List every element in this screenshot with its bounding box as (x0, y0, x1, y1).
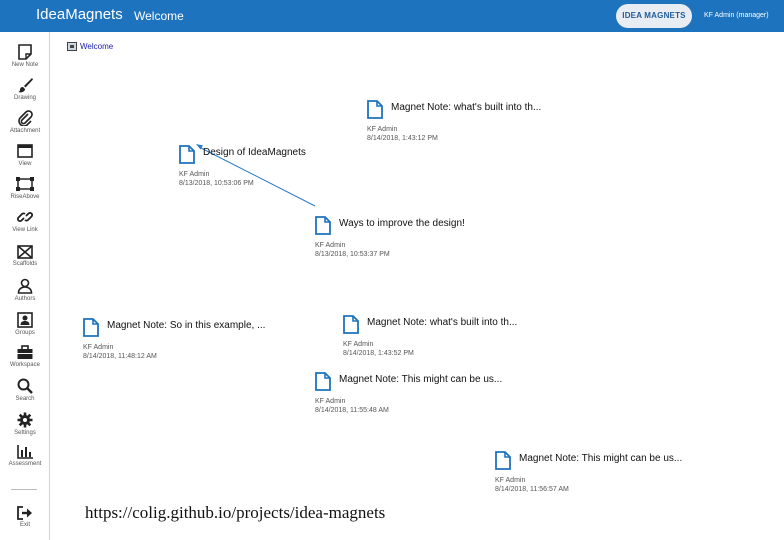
note-author: KF Admin (495, 477, 526, 484)
breadcrumb: Welcome (67, 41, 113, 52)
authors-button[interactable]: Authors (0, 278, 50, 311)
view-icon (67, 42, 77, 51)
new-note-icon (18, 44, 32, 60)
attachment-button[interactable]: Attachment (0, 110, 50, 143)
search-icon (17, 378, 33, 394)
note-document-icon (367, 100, 383, 119)
note-title[interactable]: Magnet Note: what's built into th... (367, 317, 517, 328)
note-author: KF Admin (367, 126, 398, 133)
note-title[interactable]: Design of IdeaMagnets (203, 147, 306, 158)
note-date: 8/14/2018, 11:48:12 AM (83, 353, 157, 360)
note-title[interactable]: Magnet Note: So in this example, ... (107, 320, 265, 331)
sidebar-item-label: Scaffolds (12, 261, 38, 267)
sidebar-item-label: View (18, 161, 32, 167)
note-date: 8/13/2018, 10:53:37 PM (315, 251, 390, 258)
note-date: 8/14/2018, 11:55:48 AM (315, 407, 389, 414)
paperclip-icon (18, 110, 33, 126)
sidebar-item-label: Settings (14, 430, 36, 436)
drawing-button[interactable]: Drawing (0, 77, 50, 110)
group-icon (17, 312, 33, 328)
note-author: KF Admin (179, 171, 210, 178)
exit-icon (17, 506, 32, 520)
scaffolds-button[interactable]: Scaffolds (0, 245, 50, 278)
top-bar: IdeaMagnets Welcome IDEA MAGNETS KF Admi… (0, 0, 784, 32)
person-icon (17, 278, 33, 294)
bar-chart-icon (17, 445, 33, 459)
briefcase-icon (17, 345, 33, 359)
assessment-button[interactable]: Assessment (0, 445, 50, 478)
sidebar-item-label: View Link (12, 227, 38, 233)
page-tab-welcome[interactable]: Welcome (134, 9, 184, 23)
sidebar-item-label: Assessment (8, 461, 42, 467)
note-document-icon (179, 145, 195, 164)
note-title[interactable]: Magnet Note: what's built into th... (391, 102, 541, 113)
link-icon (17, 212, 33, 222)
user-menu[interactable]: KF Admin (manager) (704, 12, 769, 19)
sidebar-item-label: Authors (14, 296, 36, 302)
note-document-icon (83, 318, 99, 337)
sidebar-item-label: Search (15, 396, 35, 402)
brush-icon (18, 78, 33, 93)
app-title: IdeaMagnets (36, 6, 123, 23)
note-author: KF Admin (343, 341, 374, 348)
note-date: 8/14/2018, 11:56:57 AM (495, 486, 569, 493)
riseabove-icon (16, 177, 34, 191)
search-button[interactable]: Search (0, 378, 50, 411)
settings-button[interactable]: Settings (0, 412, 50, 445)
note-date: 8/13/2018, 10:53:06 PM (179, 180, 254, 187)
note-author: KF Admin (315, 242, 346, 249)
window-icon (17, 144, 33, 158)
sidebar-item-label: Groups (15, 330, 35, 336)
caption-url: https://colig.github.io/projects/idea-ma… (85, 503, 386, 522)
sidebar-item-label: Drawing (13, 95, 36, 101)
note-document-icon (315, 372, 331, 391)
note-date: 8/14/2018, 1:43:52 PM (343, 350, 414, 357)
note-title[interactable]: Magnet Note: This might can be us... (519, 453, 682, 464)
sidebar-item-label: New Note (11, 62, 39, 68)
view-link-button[interactable]: View Link (0, 209, 50, 242)
riseabove-button[interactable]: RiseAbove (0, 176, 50, 209)
note-document-icon (495, 451, 511, 470)
workspace-button[interactable]: Workspace (0, 345, 50, 378)
note-date: 8/14/2018, 1:43:12 PM (367, 135, 438, 142)
scaffold-icon (17, 245, 33, 259)
note-document-icon (315, 216, 331, 235)
gear-icon (17, 412, 33, 428)
new-note-button[interactable]: New Note (0, 44, 50, 77)
view-button[interactable]: View (0, 143, 50, 176)
note-title[interactable]: Magnet Note: This might can be us... (339, 374, 502, 385)
groups-button[interactable]: Groups (0, 312, 50, 345)
note-document-icon (343, 315, 359, 334)
exit-button[interactable]: Exit (0, 506, 50, 539)
sidebar-item-label: Attachment (9, 128, 41, 134)
sidebar-divider (11, 489, 37, 490)
note-author: KF Admin (83, 344, 114, 351)
sidebar: New Note Drawing Attachment View RiseAbo… (0, 32, 50, 540)
sidebar-item-label: RiseAbove (10, 194, 40, 200)
breadcrumb-welcome-link[interactable]: Welcome (80, 42, 113, 51)
idea-magnets-button[interactable]: IDEA MAGNETS (616, 4, 692, 28)
note-title[interactable]: Ways to improve the design! (339, 218, 465, 229)
sidebar-item-label: Workspace (10, 362, 40, 368)
note-author: KF Admin (315, 398, 346, 405)
exit-label: Exit (19, 522, 30, 528)
